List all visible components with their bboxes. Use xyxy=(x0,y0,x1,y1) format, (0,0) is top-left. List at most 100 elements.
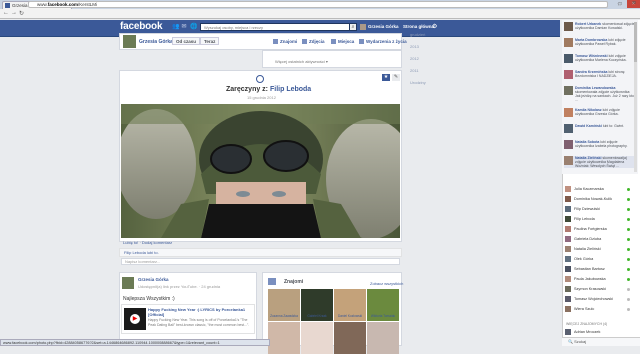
chat-avatar xyxy=(565,276,571,282)
ticker-name[interactable]: Dawid Kamiński xyxy=(575,124,602,128)
chat-item[interactable]: Filip Dziewulski xyxy=(564,205,634,213)
recent-activity-link[interactable]: Więcej ostatnich aktywności ▾ xyxy=(275,59,328,64)
timeline-nav-item[interactable]: 2013 xyxy=(410,44,440,49)
chat-name: Wiera Szulc xyxy=(574,307,595,311)
profile-name[interactable]: Grzesia Górka xyxy=(139,39,173,45)
friends-title[interactable]: Znajomi xyxy=(284,279,303,285)
friend-photo[interactable] xyxy=(268,322,300,354)
timeline-nav-item[interactable]: 2011 xyxy=(410,68,440,73)
friend-photo[interactable] xyxy=(334,322,366,354)
nav-places-label: Miejsca xyxy=(338,39,355,44)
ticker-item[interactable]: Marta Dombrowska lubi zdjęcie użytkownik… xyxy=(564,38,636,47)
facebook-logo[interactable]: facebook xyxy=(120,21,163,32)
nav-friends[interactable]: Znajomi xyxy=(273,39,297,45)
friend-photo[interactable] xyxy=(301,322,333,354)
online-status-icon xyxy=(627,228,630,231)
chat-search-placeholder: Szukaj xyxy=(574,339,587,344)
pencil-icon[interactable]: ✎ xyxy=(392,74,400,81)
chat-item[interactable]: Julia Kaczmarska xyxy=(564,185,634,193)
post-author-name[interactable]: Grzesia Górka xyxy=(138,277,169,282)
post-text: Najlepsza Wszystkim :) xyxy=(123,296,175,302)
online-status-icon xyxy=(627,298,630,301)
chat-item[interactable]: Sebastian Bartosz xyxy=(564,265,634,273)
video-description: Happy Fucking New Year. This song is off… xyxy=(148,318,250,327)
post-date[interactable]: 15 grudnia 2012 xyxy=(247,95,276,100)
ticker-item[interactable]: Tomasz Wiśniewski lubi zdjęcie użytkowni… xyxy=(564,54,636,63)
url-path: /KerstLMi xyxy=(78,2,98,7)
messages-icon[interactable]: ✉ xyxy=(181,24,187,30)
chat-item[interactable]: Szymon Krasowski xyxy=(564,285,634,293)
post-photo[interactable] xyxy=(121,104,400,238)
friend-name[interactable]: Daniel Kozłowski xyxy=(333,314,367,318)
reload-icon[interactable]: ↻ xyxy=(19,10,24,17)
chat-item[interactable]: Dominika Nowak-Kulik xyxy=(564,195,634,203)
ticker-avatar xyxy=(564,38,573,47)
ticker-item[interactable]: Natalia Sobota lubi zdjęcie użytkownika … xyxy=(564,140,636,149)
chat-avatar xyxy=(565,286,571,292)
chat-search-input[interactable]: 🔍 Szukaj xyxy=(562,337,640,346)
friend-requests-icon[interactable]: 👥 xyxy=(172,24,179,30)
see-all-friends-link[interactable]: Zobacz wszystkich xyxy=(370,281,403,286)
post-author-avatar[interactable] xyxy=(122,277,134,289)
nav-life-events[interactable]: Wydarzenia z życia xyxy=(359,39,407,45)
forward-icon[interactable]: → xyxy=(11,10,17,16)
likes-bar[interactable]: Filip Leboda lubi to. xyxy=(119,248,402,257)
timeline-nav-item[interactable]: Urodziny xyxy=(410,80,440,85)
friend-name[interactable]: Zuzanna Zawadzka xyxy=(267,314,301,318)
friend-name[interactable]: Wiktoria Tomalak xyxy=(366,314,400,318)
chat-item[interactable]: Paulina Fortgierska xyxy=(564,225,634,233)
online-status-icon xyxy=(627,218,630,221)
post-title-prefix: Zaręczyny z: xyxy=(226,86,269,93)
timeline-nav-item[interactable]: Teraz xyxy=(410,20,440,25)
chat-item[interactable]: Paula Jakubowska xyxy=(564,275,634,283)
online-status-icon xyxy=(627,208,630,211)
friend-name[interactable]: Gabriel Krzak xyxy=(300,314,334,318)
chat-item[interactable]: Adrian Mroczek xyxy=(564,328,634,336)
timeline-year-button[interactable]: Teraz xyxy=(200,37,220,45)
edit-star-icon[interactable]: ★ xyxy=(382,74,390,81)
nav-photos[interactable]: Zdjęcia xyxy=(302,39,325,45)
ticker-item[interactable]: Sandra Krzemińska lubi stronę Bezdomnisk… xyxy=(564,70,636,79)
ticker-item[interactable]: Kamila Nikolasz lubi zdjęcie użytkownika… xyxy=(564,108,636,117)
ticker-avatar xyxy=(564,70,573,79)
online-status-icon xyxy=(627,198,630,201)
ticker-text: lubi to: Gwint. xyxy=(601,124,625,128)
online-status-icon xyxy=(627,288,630,291)
chat-item[interactable]: Tomasz Wojciechowski xyxy=(564,295,634,303)
friend-photo[interactable] xyxy=(367,322,399,354)
post-actions[interactable]: Lubię to! · Dodaj komentarz xyxy=(123,240,172,245)
chat-avatar xyxy=(565,196,571,202)
ticker-scrollbar-thumb[interactable] xyxy=(634,22,637,62)
post-tagged-name[interactable]: Filip Leboda xyxy=(270,86,311,93)
nav-places[interactable]: Miejsca xyxy=(331,39,355,45)
ticker-item[interactable]: Dawid Kamiński lubi to: Gwint. xyxy=(564,124,636,133)
chat-name: Adrian Mroczek xyxy=(574,330,601,334)
chat-item[interactable]: Gabriela Dziuba xyxy=(564,235,634,243)
ticker-item[interactable]: Dominika Lewandowska skomentowała zdjęci… xyxy=(564,86,636,102)
play-icon[interactable]: ▶ xyxy=(130,314,140,324)
nav-life-events-label: Wydarzenia z życia xyxy=(366,39,407,44)
url-field[interactable]: www.facebook.com/KerstLMi xyxy=(28,1,608,8)
more-friends-label[interactable]: WIĘCEJ ZNAJOMYCH (4) xyxy=(566,322,607,326)
profile-avatar[interactable] xyxy=(123,35,136,48)
back-icon[interactable]: ← xyxy=(3,10,9,16)
browser-menu-icon[interactable]: ≡ xyxy=(632,0,636,7)
chat-item[interactable]: Filip Leboda xyxy=(564,215,634,223)
comment-input[interactable]: Napisz komentarz... xyxy=(121,258,400,265)
bookmark-star-icon[interactable]: ☆ xyxy=(617,1,622,8)
timeline-nav-item[interactable]: 2012 xyxy=(410,56,440,61)
search-input[interactable]: Wyszukaj osoby, miejsca i rzeczy xyxy=(200,23,352,31)
online-status-icon xyxy=(627,238,630,241)
ticker-item[interactable]: Robert Urbanek skomentował zdjęcie użytk… xyxy=(564,22,636,31)
chat-item[interactable]: Natalia Zieliński xyxy=(564,245,634,253)
timeline-nav-item[interactable]: grudzień xyxy=(410,32,440,37)
notifications-icon[interactable]: 🌐 xyxy=(190,24,197,30)
ticker-item[interactable]: Natalia Zieliński skomentował(a) zdjęcie… xyxy=(564,156,636,168)
chat-item[interactable]: Olek Górka xyxy=(564,255,634,263)
chat-item[interactable]: Wiera Szulc xyxy=(564,305,634,313)
video-title[interactable]: Happy Fucking New Year :) LYRICS by Porc… xyxy=(148,307,253,317)
search-icon[interactable]: ⌕ xyxy=(349,23,357,31)
online-status-icon xyxy=(627,308,630,311)
friends-status-button[interactable]: Od czasu xyxy=(172,37,201,45)
profile-link[interactable]: Grzesia Górka xyxy=(360,24,399,30)
